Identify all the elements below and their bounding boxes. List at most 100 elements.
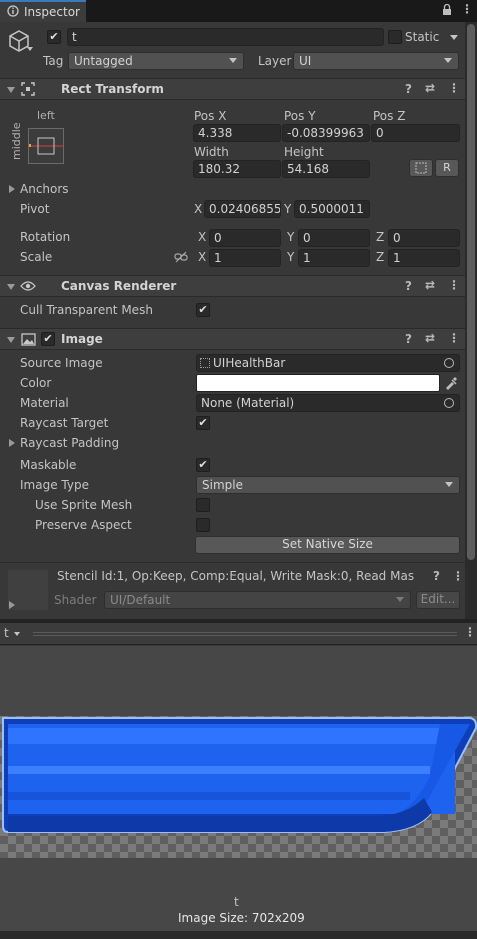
pivot-x-label: X — [194, 202, 203, 216]
pivot-y-label: Y — [284, 202, 292, 216]
image-icon — [21, 333, 36, 346]
object-picker-icon[interactable] — [444, 398, 454, 408]
set-native-size-button[interactable]: Set Native Size — [195, 536, 460, 554]
scale-z-input[interactable]: 1 — [388, 249, 460, 267]
object-picker-icon[interactable] — [444, 358, 454, 368]
raycast-padding-foldout-icon[interactable] — [9, 439, 15, 447]
pos-x-input[interactable]: 4.338 — [193, 124, 281, 142]
anchors-label[interactable]: Anchors — [20, 182, 69, 196]
pos-y-input[interactable]: -0.08399963 — [282, 124, 370, 142]
raw-edit-button[interactable]: R — [435, 159, 459, 177]
image-type-label: Image Type — [20, 478, 89, 492]
anchor-preset-icon — [28, 137, 63, 155]
help-icon[interactable]: ? — [433, 569, 440, 583]
layer-dropdown[interactable]: UI — [293, 52, 459, 70]
height-input[interactable]: 54.168 — [282, 160, 370, 178]
rotation-x-input[interactable]: 0 — [209, 229, 281, 247]
layer-value: UI — [299, 54, 312, 68]
pos-x-label: Pos X — [194, 109, 227, 123]
help-icon[interactable]: ? — [405, 332, 412, 346]
sprite-preview — [0, 716, 477, 858]
info-icon — [7, 5, 19, 17]
tag-dropdown[interactable]: Untagged — [68, 52, 244, 70]
use-sprite-mesh-checkbox[interactable] — [196, 498, 210, 512]
chevron-down-icon — [14, 632, 20, 636]
help-icon[interactable]: ? — [405, 279, 412, 293]
canvas-renderer-header[interactable]: Canvas Renderer ? ⇄ ⋮ — [0, 275, 465, 297]
material-label: Material — [20, 396, 69, 410]
kebab-menu-icon[interactable]: ⋮ — [448, 331, 460, 345]
raycast-padding-label[interactable]: Raycast Padding — [20, 436, 119, 450]
width-input[interactable]: 180.32 — [193, 160, 281, 178]
anchors-foldout-icon[interactable] — [9, 185, 15, 193]
preview-object-dropdown[interactable]: t — [4, 626, 28, 642]
scrollbar-thumb[interactable] — [467, 24, 475, 560]
pivot-y-input[interactable]: 0.5000011 — [294, 200, 370, 218]
blueprint-mode-button[interactable] — [409, 159, 433, 177]
scale-y-input[interactable]: 1 — [298, 249, 370, 267]
lock-icon[interactable] — [441, 3, 453, 16]
divider — [0, 562, 465, 563]
source-image-value: UIHealthBar — [213, 356, 286, 370]
preserve-aspect-checkbox[interactable] — [196, 518, 210, 532]
anchor-vertical-label: middle — [10, 122, 23, 160]
pivot-label: Pivot — [20, 202, 50, 216]
raycast-target-checkbox[interactable]: ✔ — [196, 416, 210, 430]
preset-icon[interactable]: ⇄ — [425, 278, 435, 292]
rotation-y-input[interactable]: 0 — [298, 229, 370, 247]
link-icon[interactable] — [174, 251, 188, 263]
foldout-arrow-icon[interactable] — [7, 87, 15, 93]
tab-inspector[interactable]: Inspector — [0, 0, 86, 22]
preset-icon[interactable]: ⇄ — [425, 331, 435, 345]
image-header[interactable]: ✔ Image ? ⇄ ⋮ — [0, 328, 465, 350]
pos-z-label: Pos Z — [373, 109, 406, 123]
pos-z-input[interactable]: 0 — [371, 124, 460, 142]
layer-label: Layer — [258, 54, 292, 68]
color-swatch[interactable] — [196, 374, 440, 392]
preview-drag-line — [33, 635, 457, 636]
kebab-menu-icon[interactable]: ⋮ — [461, 2, 473, 16]
active-checkbox[interactable]: ✔ — [47, 30, 61, 44]
image-enabled-checkbox[interactable]: ✔ — [41, 332, 55, 346]
object-name-input[interactable]: t — [67, 28, 384, 46]
image-type-value: Simple — [202, 478, 243, 492]
foldout-arrow-icon[interactable] — [7, 284, 15, 290]
icon-dropdown-arrow[interactable] — [27, 47, 33, 51]
preview-drag-line — [33, 632, 457, 633]
kebab-menu-icon[interactable]: ⋮ — [464, 625, 476, 639]
kebab-menu-icon[interactable]: ⋮ — [452, 569, 464, 583]
static-checkbox[interactable] — [388, 30, 402, 44]
rect-transform-header[interactable]: Rect Transform ? ⇄ ⋮ — [0, 78, 465, 100]
tag-value: Untagged — [74, 54, 133, 68]
material-foldout-icon[interactable] — [9, 601, 15, 609]
chevron-down-icon — [396, 597, 404, 602]
image-type-dropdown[interactable]: Simple — [196, 476, 460, 494]
rect-transform-icon — [21, 82, 35, 96]
rotation-z-label: Z — [376, 230, 385, 244]
static-dropdown-arrow[interactable] — [450, 35, 458, 40]
color-picker-icon[interactable] — [444, 376, 458, 390]
stencil-info-text: Stencil Id:1, Op:Keep, Comp:Equal, Write… — [57, 569, 415, 583]
use-sprite-mesh-label: Use Sprite Mesh — [35, 498, 133, 512]
pivot-x-input[interactable]: 0.02406855 — [204, 200, 281, 218]
rotation-y-label: Y — [287, 230, 295, 244]
cull-transparent-mesh-checkbox[interactable]: ✔ — [196, 303, 210, 317]
preset-icon[interactable]: ⇄ — [425, 81, 435, 95]
preview-header: t ⋮ — [0, 623, 477, 645]
kebab-menu-icon[interactable]: ⋮ — [448, 278, 460, 292]
foldout-arrow-icon[interactable] — [7, 337, 15, 343]
edit-shader-button[interactable]: Edit... — [416, 591, 460, 609]
anchor-presets-button[interactable] — [28, 128, 64, 164]
shader-dropdown[interactable]: UI/Default — [104, 591, 411, 609]
source-image-field[interactable]: UIHealthBar — [196, 354, 460, 372]
scale-x-input[interactable]: 1 — [209, 249, 281, 267]
kebab-menu-icon[interactable]: ⋮ — [448, 81, 460, 95]
maskable-checkbox[interactable]: ✔ — [196, 458, 210, 472]
rotation-z-input[interactable]: 0 — [388, 229, 460, 247]
tab-label: Inspector — [24, 5, 80, 19]
anchor-horizontal-label: left — [37, 109, 55, 122]
help-icon[interactable]: ? — [405, 82, 412, 96]
material-field[interactable]: None (Material) — [196, 394, 460, 412]
shader-label: Shader — [54, 593, 97, 607]
source-image-label: Source Image — [20, 356, 103, 370]
